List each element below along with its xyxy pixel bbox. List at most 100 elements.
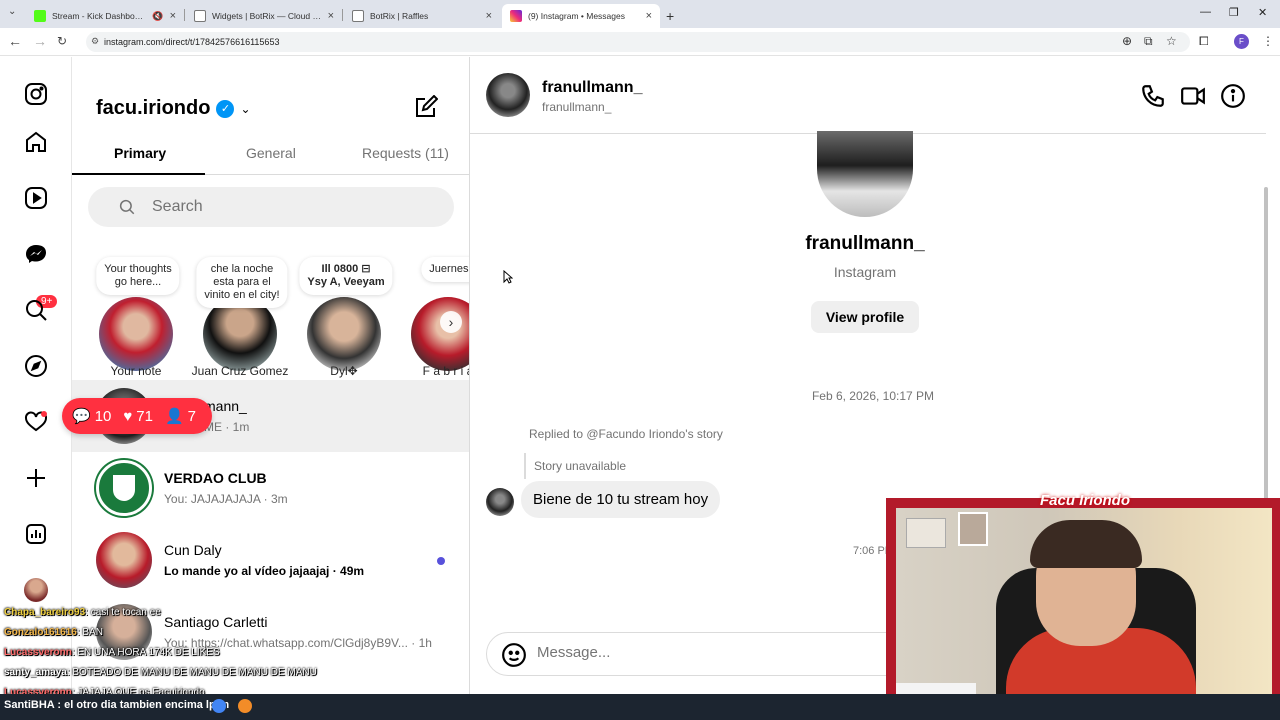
note-avatar [99, 297, 173, 371]
reload-icon[interactable]: ↻ [57, 34, 67, 48]
bookmark-star-icon[interactable]: ☆ [1166, 34, 1177, 48]
thread-preview: You: JAJAJAJAJA · 3m [164, 492, 288, 506]
instagram-logo-icon[interactable] [24, 82, 48, 106]
browser-tab-botrix-widgets[interactable]: Widgets | BotRix — Cloud Strea × [186, 4, 342, 28]
follower-icon: 👤 [164, 408, 184, 425]
browser-tab-kick[interactable]: Stream - Kick Dashboard 🔇 × [26, 4, 184, 28]
emoji-icon[interactable] [501, 642, 527, 668]
messages-icon[interactable] [24, 242, 48, 266]
zoom-icon[interactable]: ⊕ [1122, 34, 1132, 48]
new-message-icon[interactable] [414, 94, 439, 119]
header-username: franullmann_ [542, 100, 612, 114]
dashboard-icon[interactable] [24, 522, 48, 546]
comment-icon: 💬 [72, 408, 91, 425]
browser-tab-instagram[interactable]: (9) Instagram • Messages × [502, 4, 660, 28]
webcam-feed [896, 508, 1272, 716]
active-tab-indicator [72, 173, 205, 175]
tab-separator [342, 9, 343, 21]
close-window-icon[interactable]: ✕ [1258, 6, 1267, 19]
note-name: F a b r i a [422, 364, 470, 378]
restore-icon[interactable]: ❐ [1229, 6, 1239, 19]
person-hair [1030, 520, 1142, 568]
message-bubble[interactable]: Biene de 10 tu stream hoy [521, 481, 721, 518]
profile-subtitle: Instagram [833, 264, 897, 280]
back-icon[interactable]: ← [8, 33, 22, 49]
stream-chat-line: Lucassveronn: EN UNA HORA 174K DE LIKES [4, 647, 220, 658]
instagram-favicon-icon [510, 10, 522, 22]
explore-compass-icon[interactable] [24, 354, 48, 378]
audio-call-icon[interactable] [1140, 83, 1166, 109]
menu-kebab-icon[interactable]: ⋮ [1262, 34, 1274, 48]
botrix-favicon-icon [352, 10, 364, 22]
search-icon [119, 199, 135, 215]
stream-activity-pill: 💬 10 ♥ 71 👤 7 [62, 398, 212, 434]
tab-close-icon[interactable]: × [170, 10, 176, 22]
notes-next-chevron-icon[interactable]: › [440, 311, 462, 333]
like-heart-icon: ♥ [123, 407, 133, 425]
home-icon[interactable] [24, 130, 48, 154]
story-unavailable: Story unavailable [524, 453, 634, 479]
browser-profile-avatar[interactable]: F [1234, 34, 1249, 49]
note-avatar [411, 297, 469, 371]
search-icon[interactable] [24, 298, 48, 322]
url-input[interactable]: ⚙ instagram.com/direct/t/178425766161156… [86, 32, 1190, 52]
header-avatar[interactable] [486, 73, 530, 117]
profile-photo[interactable] [817, 131, 913, 217]
mute-icon[interactable]: 🔇 [152, 11, 163, 22]
search-input[interactable]: Search [88, 187, 454, 227]
profile-avatar[interactable] [24, 578, 48, 602]
chrome-icon[interactable] [212, 699, 226, 713]
tab-general[interactable]: General [246, 145, 296, 161]
view-profile-button[interactable]: View profile [811, 301, 919, 333]
install-app-icon[interactable]: ⧉ [1144, 34, 1153, 49]
wall-frame [958, 512, 988, 546]
stream-chat-line: Gonzalo161616: BAN [4, 627, 103, 638]
header-name[interactable]: franullmann_ [542, 79, 642, 97]
note-avatar [307, 297, 381, 371]
reels-icon[interactable] [24, 186, 48, 210]
wall-frame [906, 518, 946, 548]
botrix-favicon-icon [194, 10, 206, 22]
address-bar-row: ← → ↻ ⚙ instagram.com/direct/t/178425766… [0, 28, 1280, 56]
note-bubble: Your thoughts go here... [96, 257, 180, 295]
sender-avatar[interactable] [486, 488, 514, 516]
forward-icon[interactable]: → [33, 33, 47, 49]
tab-close-icon[interactable]: × [486, 10, 492, 22]
follower-count: 7 [187, 407, 196, 425]
kick-favicon-icon [34, 10, 46, 22]
tab-primary[interactable]: Primary [114, 145, 166, 161]
minimize-icon[interactable]: — [1200, 6, 1211, 18]
webcam-title: Facu Iriondo [1040, 492, 1130, 509]
browser-tab-botrix-raffles[interactable]: BotRix | Raffles × [344, 4, 500, 28]
info-icon[interactable] [1220, 83, 1246, 109]
thread-name: Cun Daly [164, 542, 222, 558]
browser-tab-bar: ⌄ Stream - Kick Dashboard 🔇 × Widgets | … [0, 0, 1280, 28]
extensions-icon[interactable]: ⧠ [1199, 34, 1209, 49]
thread-item[interactable]: Cun Daly Lo mande yo al vídeo jajaajaj ·… [72, 524, 469, 596]
tab-requests[interactable]: Requests (11) [362, 145, 449, 161]
note-bubble: che la noche esta para el vinito en el c… [196, 257, 288, 308]
video-call-icon[interactable] [1180, 83, 1206, 109]
notifications-heart-icon[interactable] [24, 410, 48, 434]
thread-avatar [96, 460, 152, 516]
tab-separator [184, 9, 185, 21]
notes-row: Your thoughts go here... Your note che l… [72, 257, 470, 382]
verified-badge-icon: ✓ [216, 99, 235, 118]
site-info-icon[interactable]: ⚙ [91, 36, 99, 47]
new-tab-icon[interactable]: + [662, 4, 682, 28]
scrollbar-thumb[interactable] [1264, 187, 1268, 517]
taskbar-chat-text: SantiBHA : el otro dia tambien encima lp… [4, 699, 230, 711]
taskbar: SantiBHA : el otro dia tambien encima lp… [0, 694, 1280, 720]
tab-close-icon[interactable]: × [646, 10, 652, 22]
tab-close-icon[interactable]: × [328, 10, 334, 22]
app-icon[interactable] [238, 699, 252, 713]
tab-search-icon[interactable]: ⌄ [8, 6, 16, 17]
mouse-cursor-icon [503, 270, 513, 284]
create-plus-icon[interactable] [24, 466, 48, 490]
story-reply-label: Replied to @Facundo Iriondo's story [529, 427, 723, 441]
account-switcher[interactable]: facu.iriondo ✓ ⌄ [96, 97, 251, 120]
note-bubble: Ill 0800 ⊟ Ysy A, Veeyam [299, 257, 393, 295]
inbox-tabs: Primary General Requests (11) [72, 137, 469, 175]
thread-item[interactable]: VERDAO CLUB You: JAJAJAJAJA · 3m [72, 452, 469, 524]
note-bubble: Juerness ⚽ [421, 257, 469, 282]
